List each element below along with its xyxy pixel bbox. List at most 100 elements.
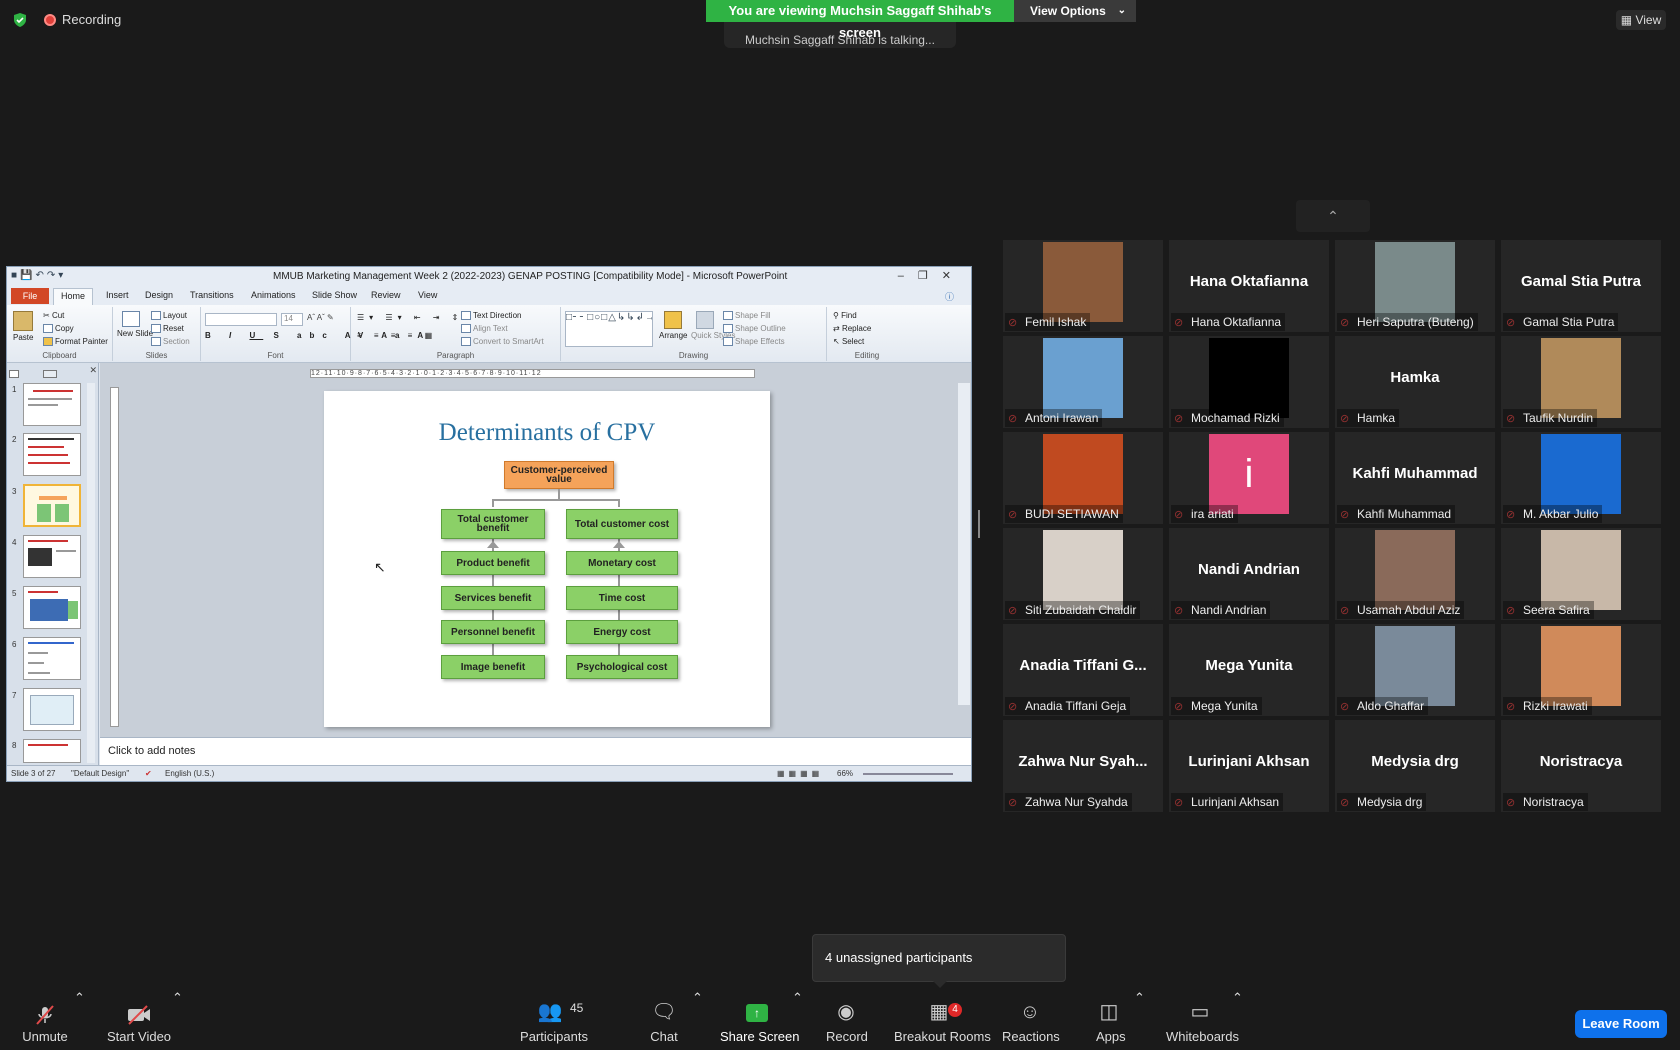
tab-view[interactable]: View	[418, 290, 437, 300]
arrange-button[interactable]: Arrange	[659, 311, 687, 340]
record-button[interactable]: ◉ Record	[826, 990, 868, 1050]
find-button[interactable]: ⚲ Find	[833, 311, 857, 320]
tab-review[interactable]: Review	[371, 290, 401, 300]
language[interactable]: English (U.S.)	[165, 769, 214, 778]
share-screen-button[interactable]: ↑ Share Screen	[720, 990, 800, 1050]
participant-tile[interactable]: ⊘ Taufik Nurdin	[1501, 336, 1661, 428]
slide-thumbnail-6[interactable]	[23, 637, 81, 680]
apps-button[interactable]: ◫ Apps	[1096, 990, 1126, 1050]
paste-button[interactable]: Paste	[13, 311, 33, 342]
view-options-button[interactable]: View Options ⌄	[1014, 0, 1136, 22]
quick-styles-button[interactable]: Quick Styles	[691, 311, 735, 340]
participant-tile[interactable]: Kahfi Muhammad ⊘ Kahfi Muhammad	[1335, 432, 1495, 524]
shared-screen-powerpoint[interactable]: ■💾↶↷▾ MMUB Marketing Management Week 2 (…	[6, 266, 972, 782]
participant-tile[interactable]: ⊘ Rizki Irawati	[1501, 624, 1661, 716]
zoom-level[interactable]: 66%	[837, 769, 853, 778]
font-name-input[interactable]	[205, 313, 277, 326]
slide-editing-canvas[interactable]: 12·11·10·9·8·7·6·5·4·3·2·1·0·1·2·3·4·5·6…	[100, 363, 971, 737]
reset-button[interactable]: Reset	[151, 324, 184, 334]
participant-tile[interactable]: ⊘ Seera Safira	[1501, 528, 1661, 620]
audio-options-caret[interactable]: ⌃	[74, 990, 85, 1050]
reactions-button[interactable]: ☺ Reactions	[1002, 990, 1060, 1050]
share-options-caret[interactable]: ⌃	[792, 990, 803, 1050]
collapse-gallery-button[interactable]: ⌃	[1296, 200, 1370, 232]
shape-outline-button[interactable]: Shape Outline	[723, 324, 786, 334]
participant-tile[interactable]: ⊘ Heri Saputra (Buteng)	[1335, 240, 1495, 332]
participant-tile[interactable]: Hamka ⊘ Hamka	[1335, 336, 1495, 428]
slide-thumbnail-3[interactable]	[23, 484, 81, 527]
window-controls[interactable]: –❐✕	[898, 269, 965, 282]
tab-home[interactable]: Home	[53, 288, 93, 305]
participant-tile[interactable]: Zahwa Nur Syah... ⊘ Zahwa Nur Syahda	[1003, 720, 1163, 812]
participant-tile[interactable]: Mega Yunita ⊘ Mega Yunita	[1169, 624, 1329, 716]
new-slide-button[interactable]: New Slide	[117, 311, 153, 338]
tab-insert[interactable]: Insert	[106, 290, 129, 300]
recording-label[interactable]: Recording	[62, 12, 121, 27]
layout-button[interactable]: Layout	[151, 311, 187, 321]
participant-tile[interactable]: ⊘ Antoni Irawan	[1003, 336, 1163, 428]
align-text-button[interactable]: Align Text	[461, 324, 508, 334]
cut-button[interactable]: ✂ Cut	[43, 311, 64, 320]
apps-options-caret[interactable]: ⌃	[1134, 990, 1145, 1050]
leave-room-button[interactable]: Leave Room	[1575, 1010, 1667, 1038]
replace-button[interactable]: ⇄ Replace	[833, 324, 871, 333]
list-buttons[interactable]: ☰▾ ☰▾ ⇤ ⇥ ⇕	[357, 313, 463, 322]
participant-tile[interactable]: ⊘ Femil Ishak	[1003, 240, 1163, 332]
participants-button[interactable]: 👥 45 Participants	[520, 990, 588, 1050]
start-video-button[interactable]: Start Video	[106, 990, 172, 1050]
grow-shrink-font-buttons[interactable]: Aˆ Aˇ ✎	[307, 313, 334, 322]
section-button[interactable]: Section	[151, 337, 190, 347]
participant-tile[interactable]: Medysia drg ⊘ Medysia drg	[1335, 720, 1495, 812]
participant-tile[interactable]: Hana Oktafianna ⊘ Hana Oktafianna	[1169, 240, 1329, 332]
participant-tile[interactable]: ⊘ Usamah Abdul Aziz	[1335, 528, 1495, 620]
whiteboards-options-caret[interactable]: ⌃	[1232, 990, 1243, 1050]
chat-button[interactable]: 🗨 Chat	[646, 990, 682, 1050]
select-button[interactable]: ↖ Select	[833, 337, 864, 346]
quick-access-toolbar[interactable]: ■💾↶↷▾	[11, 270, 66, 281]
video-options-caret[interactable]: ⌃	[172, 990, 183, 1050]
participant-tile[interactable]: ⊘ Siti Zubaidah Chaidir	[1003, 528, 1163, 620]
panel-splitter[interactable]	[978, 510, 980, 538]
unmute-button[interactable]: Unmute	[20, 990, 70, 1050]
tab-slide-show[interactable]: Slide Show	[312, 290, 357, 300]
breakout-rooms-button[interactable]: ▦ 4 Breakout Rooms	[894, 990, 991, 1050]
participant-tile[interactable]: Anadia Tiffani G... ⊘ Anadia Tiffani Geja	[1003, 624, 1163, 716]
participant-tile[interactable]: ⊘ M. Akbar Julio	[1501, 432, 1661, 524]
participant-tile[interactable]: ⊘ Mochamad Rizki	[1169, 336, 1329, 428]
shield-icon[interactable]	[12, 12, 28, 28]
convert-smartart-button[interactable]: Convert to SmartArt	[461, 337, 544, 347]
slide-thumbnail-7[interactable]	[23, 688, 81, 731]
view-button[interactable]: ▦ View	[1616, 10, 1666, 30]
participant-tile[interactable]: ⊘ BUDI SETIAWAN	[1003, 432, 1163, 524]
tab-file[interactable]: File	[11, 288, 49, 304]
slide-thumbnail-2[interactable]	[23, 433, 81, 476]
text-direction-button[interactable]: Text Direction	[461, 311, 521, 321]
shape-effects-button[interactable]: Shape Effects	[723, 337, 785, 347]
canvas-scrollbar[interactable]	[958, 383, 970, 705]
format-painter-button[interactable]: Format Painter	[43, 337, 108, 347]
tab-design[interactable]: Design	[145, 290, 173, 300]
slide-thumbnail-1[interactable]	[23, 383, 81, 426]
tab-animations[interactable]: Animations	[251, 290, 296, 300]
slide-thumbnail-5[interactable]	[23, 586, 81, 629]
slide-thumbnail-8[interactable]	[23, 739, 81, 763]
participant-tile[interactable]: Lurinjani Akhsan ⊘ Lurinjani Akhsan	[1169, 720, 1329, 812]
thumbnail-scrollbar[interactable]	[87, 383, 95, 763]
participant-tile[interactable]: Nandi Andrian ⊘ Nandi Andrian	[1169, 528, 1329, 620]
participant-tile[interactable]: Noristracya ⊘ Noristracya	[1501, 720, 1661, 812]
copy-button[interactable]: Copy	[43, 324, 74, 334]
slide-thumbnail-4[interactable]	[23, 535, 81, 578]
slide-thumbnails-pane[interactable]: ✕ 1 2 3 4 5 6 7 8	[7, 363, 99, 765]
tab-transitions[interactable]: Transitions	[190, 290, 234, 300]
current-slide[interactable]: Determinants of CPV Customer-perceived v…	[324, 391, 770, 727]
chat-options-caret[interactable]: ⌃	[692, 990, 703, 1050]
participant-tile[interactable]: ⊘ Aldo Ghaffar	[1335, 624, 1495, 716]
thumbnail-pane-tabs[interactable]: ✕	[9, 365, 97, 378]
spellcheck-icon[interactable]: ✔	[145, 769, 152, 778]
participant-tile[interactable]: Gamal Stia Putra ⊘ Gamal Stia Putra	[1501, 240, 1661, 332]
whiteboards-button[interactable]: ▭ Whiteboards	[1166, 990, 1239, 1050]
align-buttons[interactable]: ≡ ≡ ≡ ≡ ▦	[357, 331, 437, 340]
font-size-input[interactable]: 14	[281, 313, 303, 326]
help-icon[interactable]: ⓘ	[945, 290, 954, 303]
zoom-slider[interactable]	[863, 773, 953, 775]
